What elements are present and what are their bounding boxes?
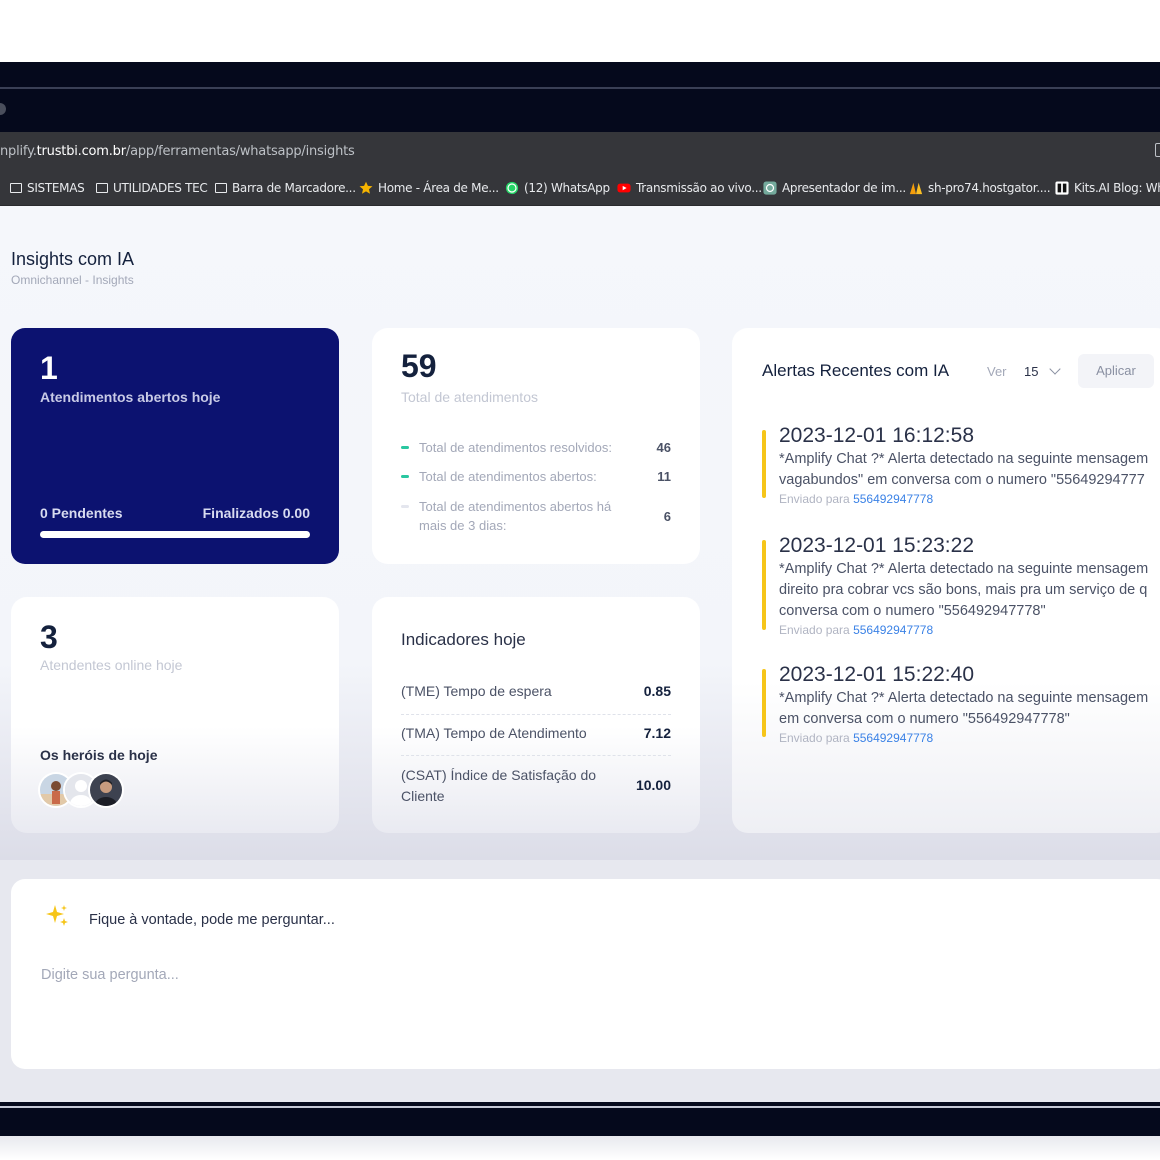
bookmark-transmissao[interactable]: Transmissão ao vivo... — [617, 181, 762, 195]
alert-message: *Amplify Chat ?* Alerta detectado na seg… — [779, 451, 1149, 467]
alert-phone-link[interactable]: 556492947778 — [853, 731, 933, 745]
star-icon — [359, 181, 373, 194]
bookmark-apresentador[interactable]: Apresentador de im... — [763, 181, 906, 195]
finished-ratio: Finalizados 0.00 — [202, 505, 310, 521]
alert-marker — [762, 540, 766, 630]
bookmarks-bar: SISTEMAS UTILIDADES TEC Barra de Marcado… — [0, 172, 1160, 206]
alert-phone-link[interactable]: 556492947778 — [853, 492, 933, 506]
bookmark-sistemas[interactable]: SISTEMAS — [10, 181, 85, 195]
folder-icon — [215, 183, 227, 193]
page-bottom-margin — [0, 1136, 1160, 1160]
bookmark-barra-de-marcadores[interactable]: Barra de Marcadore... — [215, 181, 356, 195]
indicator-row-csat: (CSAT) Índice de Satisfação do Cliente 1… — [401, 767, 671, 804]
alert-sent-to: Enviado para 556492947778 — [779, 731, 934, 745]
online-label: Atendentes online hoje — [40, 657, 183, 673]
ver-label: Ver — [987, 364, 1007, 379]
indicator-row-tme: (TME) Tempo de espera 0.85 — [401, 681, 671, 715]
alert-message: vagabundos" em conversa com o numero "55… — [779, 472, 1145, 488]
alert-phone-link[interactable]: 556492947778 — [853, 623, 933, 637]
page-title: Insights com IA — [11, 249, 135, 269]
open-today-label: Atendimentos abertos hoje — [40, 389, 221, 405]
youtube-icon — [617, 183, 631, 193]
total-label: Total de atendimentos — [401, 389, 538, 405]
online-count: 3 — [40, 619, 58, 655]
whatsapp-icon — [505, 181, 519, 195]
alert-sent-to: Enviado para 556492947778 — [779, 623, 934, 637]
assistant-prompt: Fique à vontade, pode me perguntar... — [89, 912, 335, 928]
alert-message: em conversa com o numero "556492947778" — [779, 711, 1070, 727]
ver-select[interactable]: 15 — [1024, 364, 1038, 379]
url-text[interactable]: nplify.trustbi.com.br/app/ferramentas/wh… — [0, 144, 355, 159]
address-bar[interactable]: nplify.trustbi.com.br/app/ferramentas/wh… — [0, 132, 1160, 172]
alert-message: conversa com o numero "556492947778" — [779, 603, 1046, 619]
kits-icon — [1055, 181, 1069, 195]
alert-item: 2023-12-01 15:22:40 *Amplify Chat ?* Ale… — [762, 663, 1160, 753]
alert-date: 2023-12-01 16:12:58 — [779, 424, 974, 447]
total-count: 59 — [401, 348, 437, 384]
page-top-margin — [0, 0, 1160, 62]
pending-count: 0 Pendentes — [40, 505, 123, 521]
sparkle-icon — [46, 905, 68, 926]
side-panel-icon[interactable] — [1155, 143, 1160, 157]
heroes-label: Os heróis de hoje — [40, 747, 158, 763]
alert-item: 2023-12-01 15:23:22 *Amplify Chat ?* Ale… — [762, 534, 1160, 644]
question-input[interactable] — [41, 967, 641, 983]
browser-bottom-frame — [0, 1102, 1160, 1136]
alert-sent-to: Enviado para 556492947778 — [779, 492, 934, 506]
ai-assistant-card: Fique à vontade, pode me perguntar... — [11, 879, 1160, 1069]
alert-message: *Amplify Chat ?* Alerta detectado na seg… — [779, 690, 1149, 706]
indicator-row-tma: (TMA) Tempo de Atendimento 7.12 — [401, 723, 671, 756]
alert-date: 2023-12-01 15:22:40 — [779, 663, 974, 686]
indicators-card: Indicadores hoje (TME) Tempo de espera 0… — [372, 597, 700, 833]
alert-message: *Amplify Chat ?* Alerta detectado na seg… — [779, 561, 1149, 577]
dash-marker — [401, 446, 409, 449]
indicators-title: Indicadores hoje — [401, 630, 526, 649]
bookmark-whatsapp[interactable]: (12) WhatsApp — [505, 181, 610, 195]
alert-date: 2023-12-01 15:23:22 — [779, 534, 974, 557]
bookmark-home-area[interactable]: Home - Área de Me... — [359, 181, 499, 195]
openai-icon — [763, 181, 777, 195]
app-content: Insights com IA Omnichannel - Insights 1… — [0, 206, 1160, 860]
dash-marker — [401, 505, 409, 508]
hostgator-icon — [909, 182, 923, 195]
title-bar-divider — [0, 87, 1160, 89]
folder-icon — [96, 183, 108, 193]
bookmark-utilidades-tec[interactable]: UTILIDADES TEC — [96, 181, 208, 195]
alerts-title: Alertas Recentes com IA — [762, 361, 950, 380]
chevron-down-icon[interactable] — [1049, 363, 1061, 375]
total-attendances-card: 59 Total de atendimentos Total de atendi… — [372, 328, 700, 564]
bookmark-hostgator[interactable]: sh-pro74.hostgator.... — [909, 181, 1051, 195]
folder-icon — [10, 183, 22, 193]
dash-marker — [401, 475, 409, 478]
recent-alerts-card: Alertas Recentes com IA Ver 15 Aplicar 2… — [732, 328, 1160, 833]
alert-marker — [762, 430, 766, 498]
frame-gap — [0, 1090, 1160, 1102]
progress-bar — [40, 531, 310, 538]
bottom-divider — [0, 1106, 1160, 1108]
breadcrumb: Omnichannel - Insights — [11, 273, 134, 287]
apply-button[interactable]: Aplicar — [1078, 354, 1154, 388]
avatar[interactable] — [88, 772, 124, 808]
alert-message: direito pra cobrar vcs são bons, mais pr… — [779, 582, 1148, 598]
alert-item: 2023-12-01 16:12:58 *Amplify Chat ?* Ale… — [762, 424, 1160, 514]
open-today-count: 1 — [40, 350, 58, 386]
open-today-card: 1 Atendimentos abertos hoje 0 Pendentes … — [11, 328, 339, 564]
browser-title-bar — [0, 62, 1160, 132]
online-attendants-card: 3 Atendentes online hoje Os heróis de ho… — [11, 597, 339, 833]
bookmark-kits-ai[interactable]: Kits.AI Blog: Wha — [1055, 181, 1160, 195]
alert-marker — [762, 669, 766, 737]
window-control-icon[interactable] — [0, 103, 6, 115]
